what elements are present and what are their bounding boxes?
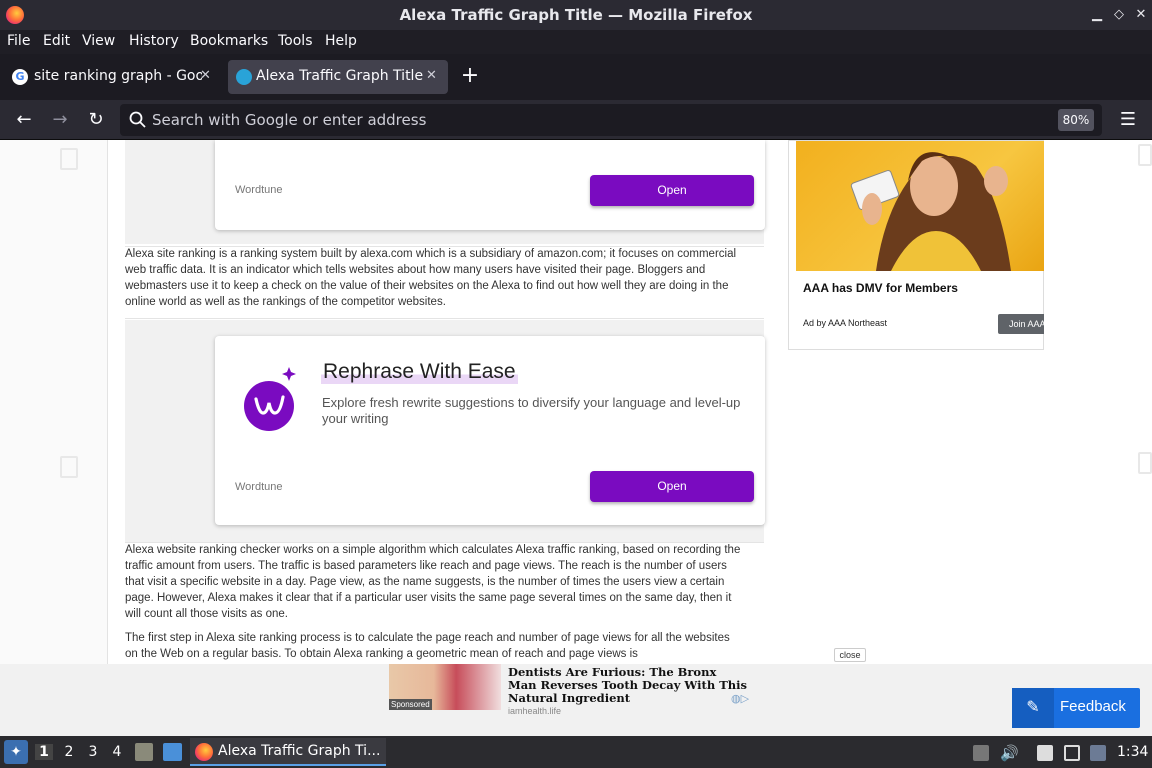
menu-help[interactable]: Help — [325, 33, 357, 49]
open-button[interactable]: Open — [590, 471, 754, 502]
start-menu-icon[interactable]: ✦ — [4, 740, 28, 764]
menu-file[interactable]: File — [7, 33, 30, 49]
feedback-label: Feedback — [1060, 698, 1126, 715]
document-icon — [1138, 452, 1152, 474]
ad-headline: AAA has DMV for Members — [803, 281, 958, 295]
workspace-1[interactable]: 1 — [35, 744, 53, 760]
search-icon — [129, 111, 146, 128]
ad-brand: Wordtune — [235, 481, 283, 493]
article-paragraph: Alexa site ranking is a ranking system b… — [125, 248, 737, 308]
maximize-button[interactable]: ◇ — [1110, 6, 1128, 24]
tab-site-ranking-graph[interactable]: G site ranking graph - Google ✕ — [2, 60, 220, 94]
ad-card-container: Rephrase With Ease Explore fresh rewrite… — [125, 320, 765, 542]
document-icon — [60, 456, 78, 478]
wordtune-ad-card: Wordtune Open — [215, 140, 765, 230]
tab-strip: G site ranking graph - Google ✕ Alexa Tr… — [0, 54, 1152, 100]
ad-brand: Wordtune — [235, 184, 283, 196]
menu-bookmarks[interactable]: Bookmarks — [190, 33, 268, 49]
taskbar: ✦ 1 2 3 4 Alexa Traffic Graph Ti... 🔊 1:… — [0, 736, 1152, 768]
ad-sponsor: Ad by AAA Northeast — [803, 318, 888, 328]
url-input[interactable] — [152, 108, 1032, 132]
task-label: Alexa Traffic Graph Ti... — [218, 743, 381, 759]
firefox-icon — [195, 743, 213, 761]
navigation-toolbar: ← → ↻ 80% ☰ — [0, 100, 1152, 140]
reload-button[interactable]: ↻ — [84, 108, 108, 132]
workspace-2[interactable]: 2 — [60, 744, 78, 760]
document-icon — [60, 148, 78, 170]
ad-photo — [796, 141, 1044, 271]
menu-view[interactable]: View — [82, 33, 115, 49]
window-title: Alexa Traffic Graph Title — Mozilla Fire… — [399, 6, 753, 24]
clock: 1:34 — [1117, 744, 1149, 760]
wordtune-ad-card: Rephrase With Ease Explore fresh rewrite… — [215, 336, 765, 525]
back-button[interactable]: ← — [12, 108, 36, 132]
feedback-button[interactable]: ✎ Feedback — [1012, 688, 1140, 728]
google-icon: G — [12, 69, 28, 85]
close-window-button[interactable]: ✕ — [1132, 6, 1150, 24]
ad-image[interactable]: Sponsored — [389, 664, 501, 710]
left-rail — [0, 140, 108, 664]
menu-tools[interactable]: Tools — [278, 33, 313, 49]
tab-label: Alexa Traffic Graph Title — [256, 68, 424, 84]
forward-button[interactable]: → — [48, 108, 72, 132]
menu-bar: File Edit View History Bookmarks Tools H… — [0, 30, 1152, 54]
ad-card-title: Rephrase With Ease — [321, 360, 518, 384]
ad-source: iamhealth.life — [508, 706, 562, 714]
desktop-icon[interactable] — [163, 743, 182, 761]
tab-close-icon[interactable]: ✕ — [426, 68, 437, 83]
woman-with-card-image — [850, 152, 1011, 271]
volume-icon[interactable]: 🔊 — [1000, 745, 1019, 761]
app-menu-button[interactable]: ☰ — [1116, 108, 1140, 132]
sponsored-label: Sponsored — [389, 699, 432, 710]
ad-headline[interactable]: Dentists Are Furious: The Bronx Man Reve… — [508, 666, 748, 705]
join-aaa-button[interactable]: Join AAA — [998, 314, 1044, 334]
file-manager-icon[interactable] — [135, 743, 153, 761]
page-content: Wordtune Open Alexa site ranking is a ra… — [0, 140, 1152, 664]
menu-history[interactable]: History — [129, 33, 179, 49]
tab-label: site ranking graph - Google — [34, 68, 202, 84]
notification-icon[interactable] — [1090, 745, 1106, 761]
notes-icon[interactable] — [1037, 745, 1053, 761]
menu-edit[interactable]: Edit — [43, 33, 70, 49]
minimize-button[interactable]: ▁ — [1088, 6, 1106, 24]
divider — [125, 318, 764, 319]
document-icon — [1138, 144, 1152, 166]
taskbar-firefox-window[interactable]: Alexa Traffic Graph Ti... — [190, 738, 386, 766]
window-titlebar: Alexa Traffic Graph Title — Mozilla Fire… — [0, 0, 1152, 30]
article-paragraph: Alexa website ranking checker works on a… — [125, 544, 741, 620]
side-ad[interactable]: AAA has DMV for Members Ad by AAA Northe… — [788, 140, 1044, 350]
zoom-level-badge[interactable]: 80% — [1058, 109, 1094, 131]
workspace-4[interactable]: 4 — [108, 744, 126, 760]
wordtune-logo-icon — [244, 367, 296, 431]
tab-close-icon[interactable]: ✕ — [200, 68, 211, 83]
clipboard-icon[interactable] — [973, 745, 989, 761]
site-icon — [236, 69, 252, 85]
address-bar[interactable]: 80% — [120, 104, 1102, 136]
article: Wordtune Open Alexa site ranking is a ra… — [108, 140, 765, 664]
ad-card-description: Explore fresh rewrite suggestions to div… — [322, 395, 741, 426]
tab-alexa-traffic-graph[interactable]: Alexa Traffic Graph Title ✕ — [228, 60, 448, 94]
feedback-icon: ✎ — [1012, 688, 1054, 728]
network-icon[interactable] — [1064, 745, 1080, 761]
bottom-ad-bar: Sponsored Dentists Are Furious: The Bron… — [0, 664, 1152, 736]
article-paragraph: The first step in Alexa site ranking pro… — [125, 632, 730, 660]
adchoices-icon[interactable]: ◍▷ — [731, 692, 749, 705]
open-button[interactable]: Open — [590, 175, 754, 206]
workspace-3[interactable]: 3 — [84, 744, 102, 760]
ad-card-container: Wordtune Open — [125, 140, 765, 244]
new-tab-button[interactable]: + — [458, 64, 482, 88]
close-ad-button[interactable]: close — [834, 648, 866, 662]
